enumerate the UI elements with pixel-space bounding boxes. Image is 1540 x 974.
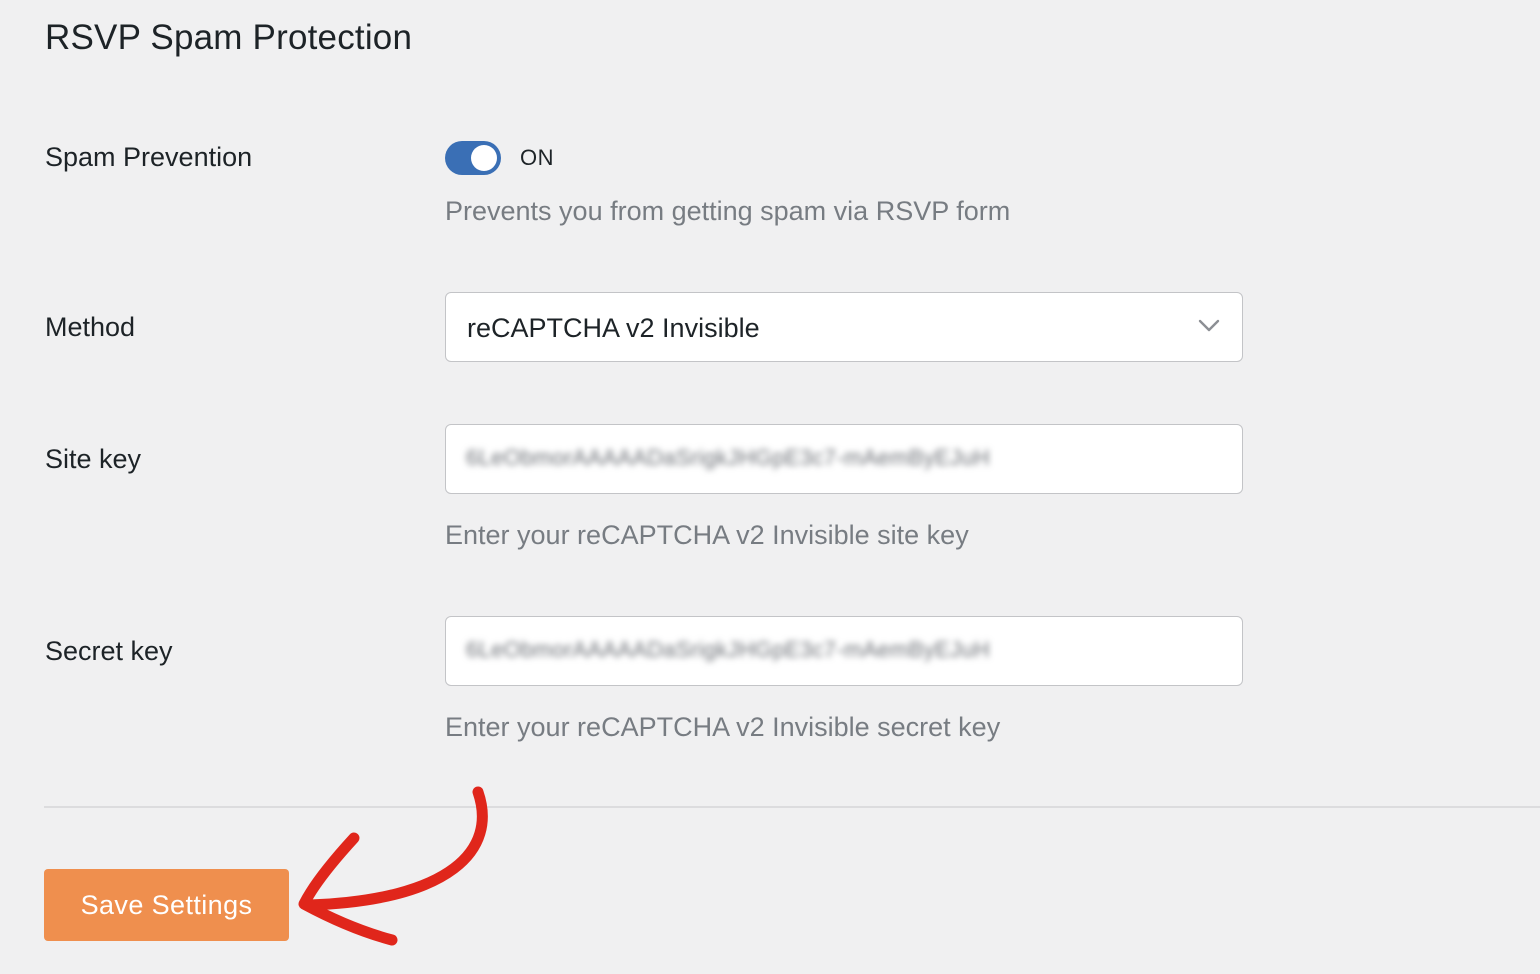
spam-prevention-toggle[interactable]	[445, 141, 501, 175]
chevron-down-icon	[1198, 319, 1220, 332]
secret-key-value: 6LeObmorAAAAADaSrigkJHGpE3c7-mAemByEJuH	[466, 637, 990, 662]
site-key-value: 6LeObmorAAAAADaSrigkJHGpE3c7-mAemByEJuH	[466, 445, 990, 470]
method-selected-value: reCAPTCHA v2 Invisible	[467, 313, 760, 343]
page-title: RSVP Spam Protection	[45, 18, 413, 57]
site-key-label: Site key	[45, 444, 142, 474]
method-select[interactable]: reCAPTCHA v2 Invisible	[445, 292, 1243, 362]
settings-page: RSVP Spam Protection Spam Prevention ON …	[0, 0, 1540, 974]
toggle-knob	[471, 145, 497, 171]
site-key-input[interactable]: 6LeObmorAAAAADaSrigkJHGpE3c7-mAemByEJuH	[445, 424, 1243, 494]
toggle-state-text: ON	[520, 145, 554, 170]
secret-key-input[interactable]: 6LeObmorAAAAADaSrigkJHGpE3c7-mAemByEJuH	[445, 616, 1243, 686]
secret-key-help: Enter your reCAPTCHA v2 Invisible secret…	[445, 712, 1001, 742]
spam-prevention-help: Prevents you from getting spam via RSVP …	[445, 196, 1011, 226]
save-settings-button[interactable]: Save Settings	[44, 869, 289, 941]
site-key-help: Enter your reCAPTCHA v2 Invisible site k…	[445, 520, 969, 550]
secret-key-label: Secret key	[45, 636, 173, 666]
method-label: Method	[45, 312, 136, 342]
section-divider	[44, 806, 1540, 808]
spam-prevention-label: Spam Prevention	[45, 142, 253, 172]
curved-arrow-icon	[298, 786, 488, 946]
